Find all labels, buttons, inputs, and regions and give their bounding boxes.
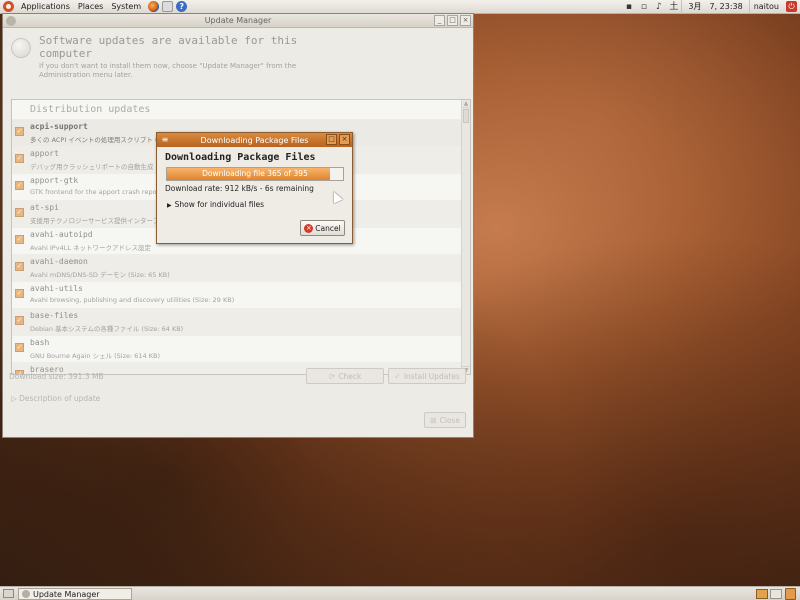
close-label: Close <box>439 415 461 425</box>
close-icon: ⊠ <box>429 415 437 425</box>
workspace-1[interactable] <box>756 589 768 599</box>
package-description: Avahi browsing, publishing and discovery… <box>30 296 235 304</box>
maximize-button[interactable]: □ <box>447 15 458 26</box>
install-label: Install Updates <box>403 371 460 381</box>
checkbox[interactable]: ✓ <box>15 235 24 244</box>
list-item[interactable]: ✓ avahi-utils Avahi browsing, publishing… <box>12 281 470 308</box>
bottom-panel: Update Manager <box>0 586 800 600</box>
keyboard-icon[interactable]: ▫ <box>638 2 649 12</box>
download-size: Download size: 391.3 MB <box>9 372 104 381</box>
package-name: avahi-utils <box>30 284 83 293</box>
description-label: Description of update <box>19 394 101 403</box>
section-header: Distribution updates <box>30 104 151 115</box>
close-window-button[interactable]: × <box>460 15 471 26</box>
mail-icon[interactable] <box>162 1 174 12</box>
checkbox[interactable]: ✓ <box>15 262 24 271</box>
package-name: apport-gtk <box>30 176 79 185</box>
package-description: Debian 基本システムの各種ファイル (Size: 64 KB) <box>30 325 184 333</box>
download-progress-bar: Downloading file 365 of 395 <box>166 167 344 181</box>
checkbox[interactable]: ✓ <box>15 154 24 163</box>
minimize-button[interactable]: _ <box>434 15 445 26</box>
progress-text: Downloading file 365 of 395 <box>202 169 308 178</box>
scroll-up-icon[interactable]: ▲ <box>462 100 470 108</box>
list-item[interactable]: ✓ bash GNU Bourne Again シェル (Size: 614 K… <box>12 335 470 362</box>
list-scrollbar[interactable]: ▲ ▼ <box>461 100 470 374</box>
checkbox[interactable]: ✓ <box>15 343 24 352</box>
update-manager-content: Software updates are available for this … <box>3 28 473 428</box>
cancel-button[interactable]: × Cancel <box>300 220 345 236</box>
dialog-menu-icon[interactable]: ≡ <box>160 135 170 145</box>
package-name: apport <box>30 149 59 158</box>
cancel-icon: × <box>304 223 314 233</box>
shutdown-icon[interactable]: ⏻ <box>786 1 797 12</box>
trash-icon[interactable] <box>785 588 796 600</box>
dialog-heading: Downloading Package Files <box>165 152 316 163</box>
package-name: bash <box>30 338 50 347</box>
downloading-dialog: ≡ Downloading Package Files □ × Download… <box>156 132 353 244</box>
headline: Software updates are available for this … <box>39 34 298 60</box>
package-name: avahi-autoipd <box>30 230 93 239</box>
input-method-icon[interactable]: 土 <box>668 2 679 12</box>
expander-arrow-icon: ▶ <box>167 202 172 209</box>
package-name: acpi-support <box>30 122 88 131</box>
dialog-title: Downloading Package Files <box>200 135 309 145</box>
package-description: デバッグ用クラッシュリポートの自動生成 <box>30 163 154 171</box>
update-manager-icon <box>22 590 30 598</box>
menu-system[interactable]: System <box>107 0 145 14</box>
package-name: at-spi <box>30 203 59 212</box>
show-desktop-icon[interactable] <box>3 589 14 598</box>
refresh-icon: ⟳ <box>328 371 336 381</box>
network-icon[interactable]: ▪ <box>623 2 634 12</box>
check-label: Check <box>338 371 362 381</box>
clock[interactable]: 3月 7, 23:38 <box>681 0 748 14</box>
help-icon[interactable]: ? <box>176 1 188 12</box>
window-menu-icon[interactable] <box>6 16 16 26</box>
package-description: 支援用テクノロジーサービス提供インターフェ <box>30 217 166 225</box>
package-description: GTK frontend for the apport crash report <box>30 188 162 196</box>
list-item[interactable]: ✓ avahi-daemon Avahi mDNS/DNS-SD デーモン (S… <box>12 254 470 281</box>
scroll-thumb[interactable] <box>463 109 469 123</box>
install-icon: ✓ <box>394 371 401 381</box>
list-item[interactable]: ✓ base-files Debian 基本システムの各種ファイル (Size:… <box>12 308 470 335</box>
user-switcher[interactable]: naitou <box>748 0 783 14</box>
description-expander[interactable]: ▷ Description of update <box>11 394 100 403</box>
checkbox[interactable]: ✓ <box>15 208 24 217</box>
package-description: GNU Bourne Again シェル (Size: 614 KB) <box>30 352 160 360</box>
check-button[interactable]: ⟳ Check <box>306 368 384 384</box>
show-files-expander[interactable]: ▶ Show for individual files <box>167 200 264 209</box>
system-tray: ▪ ▫ ♪ 土 3月 7, 23:38 naitou ⏻ <box>621 0 800 14</box>
checkbox[interactable]: ✓ <box>15 181 24 190</box>
show-files-label: Show for individual files <box>174 200 265 209</box>
package-description: Avahi mDNS/DNS-SD デーモン (Size: 65 KB) <box>30 271 170 279</box>
package-name: avahi-daemon <box>30 257 88 266</box>
package-name: base-files <box>30 311 79 320</box>
checkbox[interactable]: ✓ <box>15 289 24 298</box>
download-rate: Download rate: 912 kB/s - 6s remaining <box>165 184 314 193</box>
update-icon <box>11 38 31 58</box>
cancel-label: Cancel <box>315 223 341 233</box>
update-manager-titlebar[interactable]: Update Manager _ □ × <box>3 14 473 28</box>
install-updates-button[interactable]: ✓ Install Updates <box>388 368 466 384</box>
dialog-close-button[interactable]: × <box>339 134 350 145</box>
taskbar-update-manager[interactable]: Update Manager <box>18 588 132 600</box>
checkbox[interactable]: ✓ <box>15 316 24 325</box>
dialog-maximize-button[interactable]: □ <box>326 134 337 145</box>
subtext: If you don't want to install them now, c… <box>39 62 297 79</box>
taskbar-label: Update Manager <box>33 589 100 599</box>
top-panel: Applications Places System ? ▪ ▫ ♪ 土 3月 … <box>0 0 800 14</box>
volume-icon[interactable]: ♪ <box>653 2 664 12</box>
package-description: Avahi IPv4LL ネットワークアドレス設定 <box>30 244 152 252</box>
menu-places[interactable]: Places <box>74 0 107 14</box>
menu-applications[interactable]: Applications <box>17 0 74 14</box>
ubuntu-logo-icon[interactable] <box>3 1 14 12</box>
workspace-2[interactable] <box>770 589 782 599</box>
close-button[interactable]: ⊠ Close <box>424 412 466 428</box>
expander-arrow-icon: ▷ <box>11 394 20 403</box>
dialog-titlebar[interactable]: ≡ Downloading Package Files □ × <box>157 133 352 147</box>
checkbox[interactable]: ✓ <box>15 127 24 136</box>
firefox-icon[interactable] <box>148 1 160 12</box>
window-title: Update Manager <box>204 16 272 25</box>
